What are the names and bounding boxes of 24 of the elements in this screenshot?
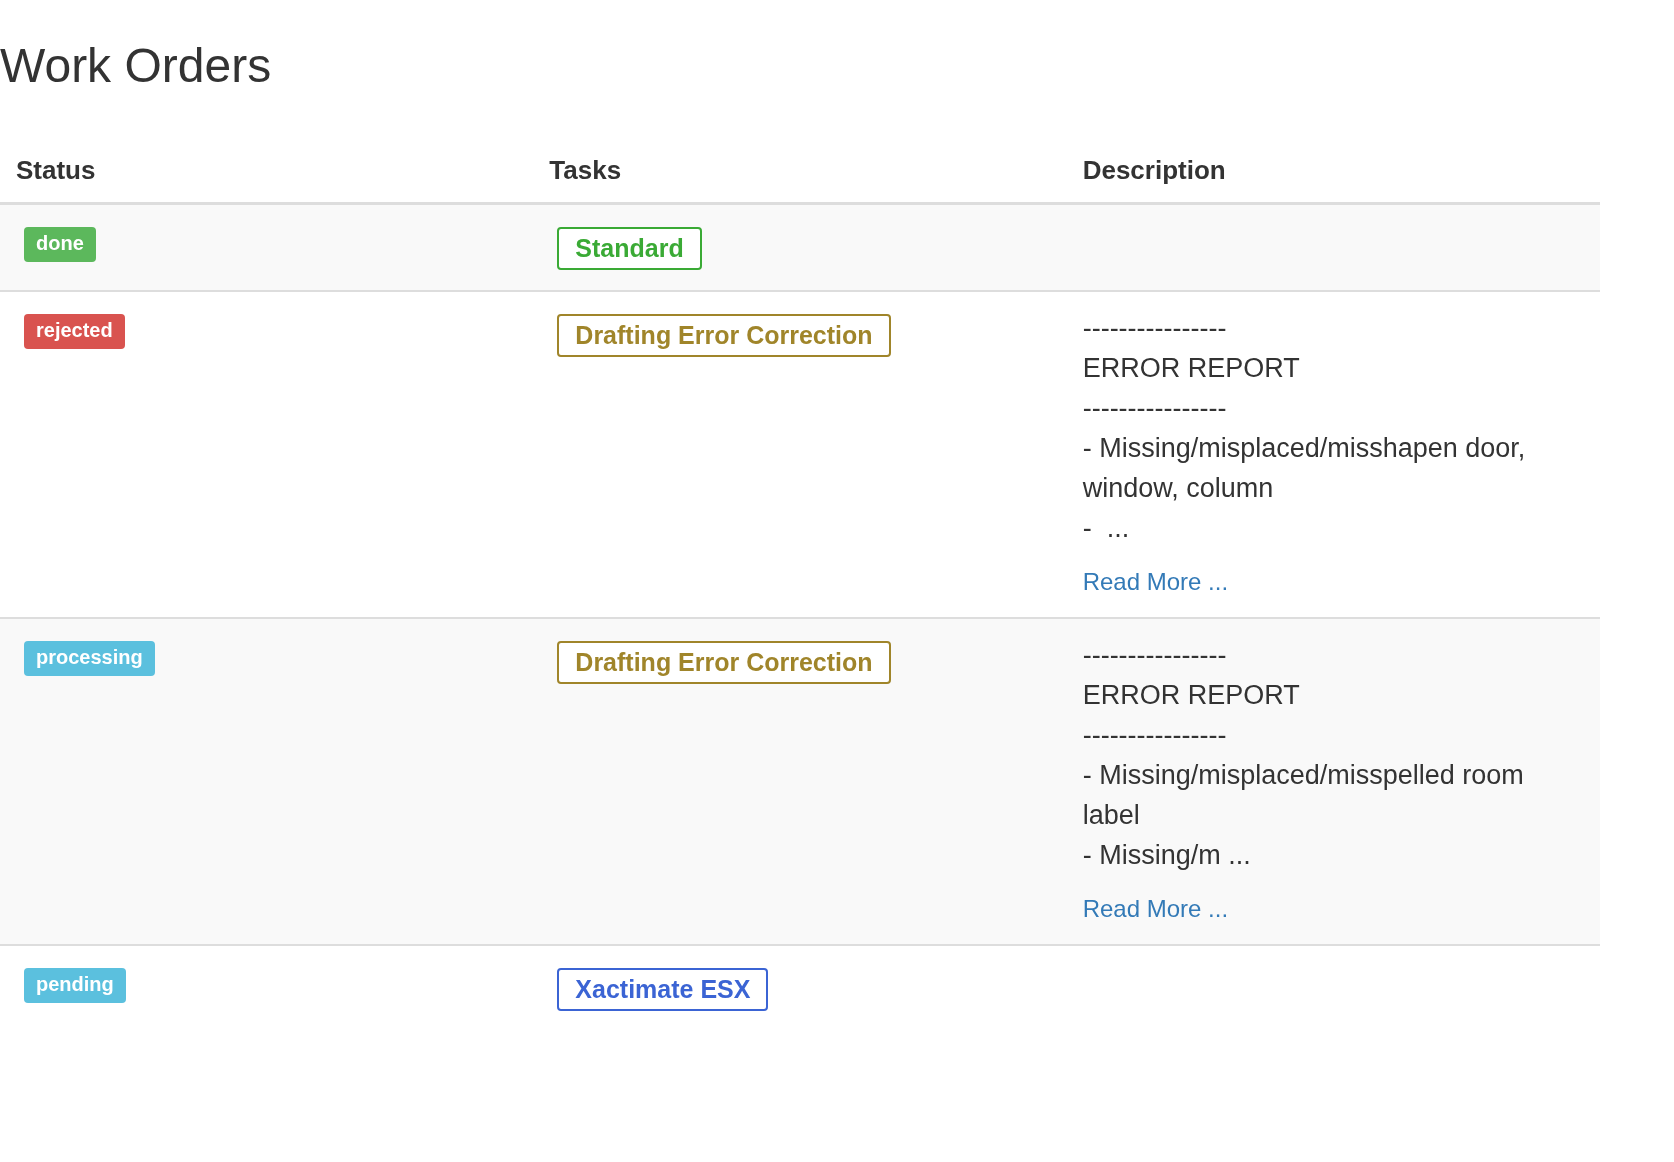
description-line: ---------------- xyxy=(1082,638,1228,672)
description-line: ---------------- xyxy=(1082,311,1228,345)
column-header: Description xyxy=(1082,154,1226,185)
description-line: ---------------- xyxy=(1082,718,1228,752)
description-line: - ... xyxy=(1082,511,1131,545)
description-line: ---------------- xyxy=(1082,391,1228,425)
task-tag: Standard xyxy=(557,226,702,270)
task-tag: Drafting Error Correction xyxy=(557,313,891,357)
description-line: - Missing/misplaced/misspelled room label xyxy=(1082,758,1525,832)
status-badge: done xyxy=(24,226,96,262)
status-badge: pending xyxy=(24,967,126,1003)
column-header: Tasks xyxy=(549,154,622,185)
read-more-link[interactable]: Read More ... xyxy=(1082,892,1229,925)
description-line: ERROR REPORT xyxy=(1082,678,1301,712)
status-badge: rejected xyxy=(24,313,125,349)
description-line: ERROR REPORT xyxy=(1082,351,1301,385)
page-title: Work Orders xyxy=(0,40,273,93)
task-tag: Drafting Error Correction xyxy=(557,640,891,684)
read-more-link[interactable]: Read More ... xyxy=(1082,565,1229,598)
column-header: Status xyxy=(16,154,96,185)
status-badge: processing xyxy=(24,640,155,676)
task-tag: Xactimate ESX xyxy=(557,967,769,1011)
description-line: - Missing/misplaced/misshapen door, window, column xyxy=(1082,431,1527,505)
description-line: - Missing/m ... xyxy=(1082,838,1252,872)
